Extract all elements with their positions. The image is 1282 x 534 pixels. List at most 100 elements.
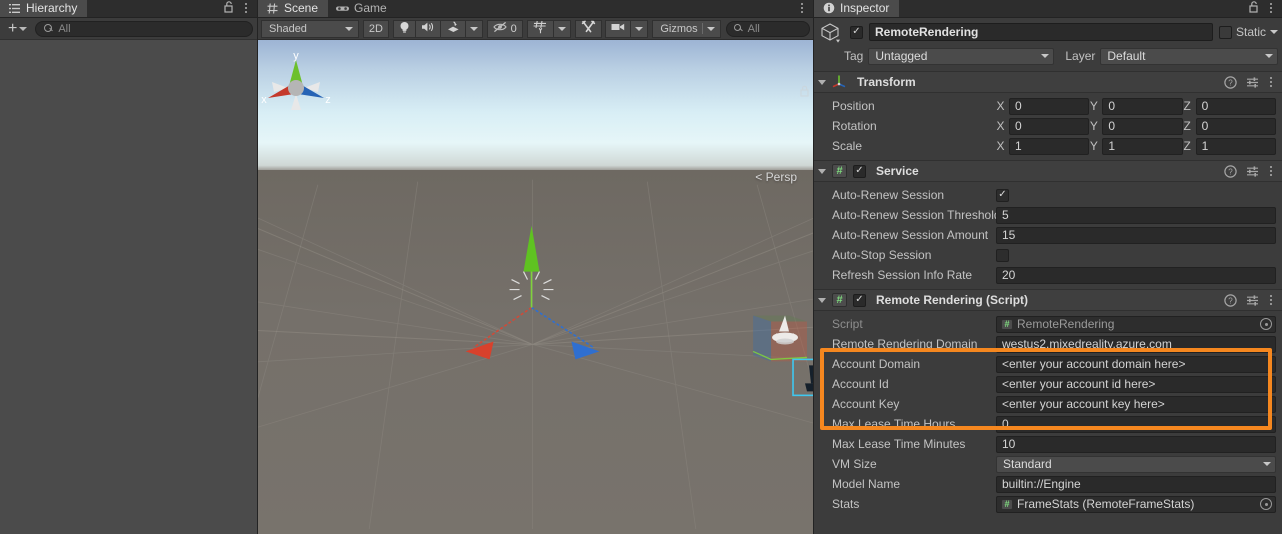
scene-menu-icon[interactable] — [797, 1, 807, 15]
tab-hierarchy-label: Hierarchy — [26, 1, 78, 15]
refresh-session-info-rate-field[interactable]: 20 — [996, 266, 1276, 284]
axis-x[interactable]: X1 — [996, 137, 1090, 155]
scene-camera-dropdown[interactable] — [630, 19, 649, 38]
component-enabled-checkbox[interactable]: ✓ — [853, 293, 866, 307]
rotation-x-value[interactable]: 0 — [1009, 117, 1090, 135]
inspector-panel: Inspector ✓ RemoteRendering Static Tag U… — [814, 0, 1282, 534]
hidden-objects-toggle[interactable]: 0 — [486, 19, 523, 38]
component-header-remote-rendering[interactable]: # ✓ Remote Rendering (Script) ? — [814, 289, 1282, 311]
toggle-2d-button[interactable]: 2D — [362, 19, 389, 38]
gizmos-button[interactable]: Gizmos — [652, 19, 721, 38]
object-picker-icon[interactable] — [1260, 318, 1272, 330]
max-lease-time-hours-field[interactable]: 0 — [996, 415, 1276, 433]
account-key-field[interactable]: <enter your account key here> — [996, 395, 1276, 413]
auto-renew-session-checkbox[interactable]: ✓ — [996, 188, 1009, 202]
scene-search-placeholder: All — [747, 22, 760, 35]
position-x-value[interactable]: 0 — [1009, 97, 1090, 115]
preset-icon[interactable] — [1244, 74, 1260, 90]
scene-orientation-gizmo[interactable]: y x z — [258, 48, 334, 126]
tab-scene[interactable]: Scene — [258, 0, 329, 17]
axis-x[interactable]: X0 — [996, 97, 1090, 115]
stats-object-field[interactable]: # FrameStats (RemoteFrameStats) — [996, 495, 1276, 513]
tab-game[interactable]: Game — [328, 0, 397, 17]
chevron-down-icon[interactable] — [1270, 30, 1278, 34]
axis-z[interactable]: Z0 — [1183, 117, 1276, 135]
help-icon[interactable]: ? — [1222, 292, 1238, 308]
hierarchy-search-input[interactable]: All — [35, 20, 253, 37]
grid-snap-toggle[interactable] — [526, 19, 554, 38]
hierarchy-tabstrip: Hierarchy — [0, 0, 257, 18]
rotation-z-value[interactable]: 0 — [1195, 117, 1276, 135]
component-menu-icon[interactable] — [1266, 293, 1276, 307]
static-toggle-group[interactable]: Static — [1218, 25, 1278, 39]
create-object-button[interactable]: + — [4, 20, 31, 38]
object-picker-icon[interactable] — [1260, 498, 1272, 510]
camera-icon — [611, 22, 625, 35]
property-label: Account Key — [832, 397, 900, 411]
property-label: Rotation — [832, 119, 877, 133]
draw-mode-dropdown[interactable]: Shaded — [261, 19, 359, 38]
hierarchy-item-quickstart[interactable]: Quickstart — [0, 40, 257, 534]
property-row-stats: Stats # FrameStats (RemoteFrameStats) — [820, 494, 1276, 514]
axis-y[interactable]: Y0 — [1089, 97, 1183, 115]
auto-renew-amount-field[interactable]: 15 — [996, 226, 1276, 244]
grid-snap-dropdown[interactable] — [552, 19, 571, 38]
lock-open-icon[interactable] — [1248, 0, 1260, 16]
max-lease-time-minutes-field[interactable]: 10 — [996, 435, 1276, 453]
scale-x-value[interactable]: 1 — [1009, 137, 1090, 155]
gameobject-icon[interactable] — [818, 20, 844, 44]
scene-fx-toggle[interactable] — [439, 19, 466, 38]
scene-camera-button[interactable] — [605, 19, 632, 38]
collapse-toggle[interactable] — [818, 297, 826, 303]
gameobject-enabled-checkbox[interactable]: ✓ — [850, 25, 863, 39]
component-header-transform[interactable]: Transform ? — [814, 71, 1282, 93]
scene-fx-dropdown[interactable] — [464, 19, 483, 38]
rotation-y-value[interactable]: 0 — [1102, 117, 1183, 135]
remote-rendering-domain-field[interactable]: westus2.mixedreality.azure.com — [996, 335, 1276, 353]
scene-audio-toggle[interactable] — [414, 19, 441, 38]
auto-stop-session-checkbox[interactable] — [996, 248, 1009, 262]
tag-dropdown[interactable]: Untagged — [868, 47, 1055, 65]
hierarchy-tab-actions — [223, 0, 257, 17]
collapse-toggle[interactable] — [818, 79, 826, 85]
scene-projection-label[interactable]: < Persp — [755, 170, 797, 184]
scene-search-input[interactable]: All — [725, 20, 811, 37]
divider — [701, 23, 703, 34]
collapse-toggle[interactable] — [818, 168, 826, 174]
model-name-field[interactable]: builtin://Engine — [996, 475, 1276, 493]
account-domain-field[interactable]: <enter your account domain here> — [996, 355, 1276, 373]
tab-inspector[interactable]: Inspector — [814, 0, 900, 17]
axis-z[interactable]: Z0 — [1183, 97, 1276, 115]
scene-viewport[interactable]: y x z < Persp — [258, 40, 813, 534]
static-checkbox[interactable] — [1218, 25, 1232, 39]
help-icon[interactable]: ? — [1222, 163, 1238, 179]
scene-tools-button[interactable] — [574, 19, 602, 38]
property-label: Max Lease Time Hours — [832, 417, 956, 431]
hierarchy-menu-icon[interactable] — [241, 1, 251, 15]
component-menu-icon[interactable] — [1266, 75, 1276, 89]
auto-renew-threshold-field[interactable]: 5 — [996, 206, 1276, 224]
component-header-service[interactable]: # ✓ Service ? — [814, 160, 1282, 182]
component-menu-icon[interactable] — [1266, 164, 1276, 178]
account-id-field[interactable]: <enter your account id here> — [996, 375, 1276, 393]
scale-y-value[interactable]: 1 — [1102, 137, 1183, 155]
layer-dropdown[interactable]: Default — [1100, 47, 1278, 65]
scene-lighting-toggle[interactable] — [392, 19, 416, 38]
scale-z-value[interactable]: 1 — [1195, 137, 1276, 155]
axis-y[interactable]: Y0 — [1089, 117, 1183, 135]
gameobject-name-field[interactable]: RemoteRendering — [869, 23, 1213, 41]
preset-icon[interactable] — [1244, 292, 1260, 308]
preset-icon[interactable] — [1244, 163, 1260, 179]
vm-size-dropdown[interactable]: Standard — [996, 455, 1276, 473]
position-y-value[interactable]: 0 — [1102, 97, 1183, 115]
tab-hierarchy[interactable]: Hierarchy — [0, 0, 88, 17]
lock-open-icon[interactable] — [223, 0, 235, 16]
axis-x[interactable]: X0 — [996, 117, 1090, 135]
component-enabled-checkbox[interactable]: ✓ — [853, 164, 866, 178]
help-icon[interactable]: ? — [1222, 74, 1238, 90]
axis-z[interactable]: Z1 — [1183, 137, 1276, 155]
position-z-value[interactable]: 0 — [1195, 97, 1276, 115]
inspector-menu-icon[interactable] — [1266, 1, 1276, 15]
search-icon — [44, 24, 53, 33]
axis-y[interactable]: Y1 — [1089, 137, 1183, 155]
